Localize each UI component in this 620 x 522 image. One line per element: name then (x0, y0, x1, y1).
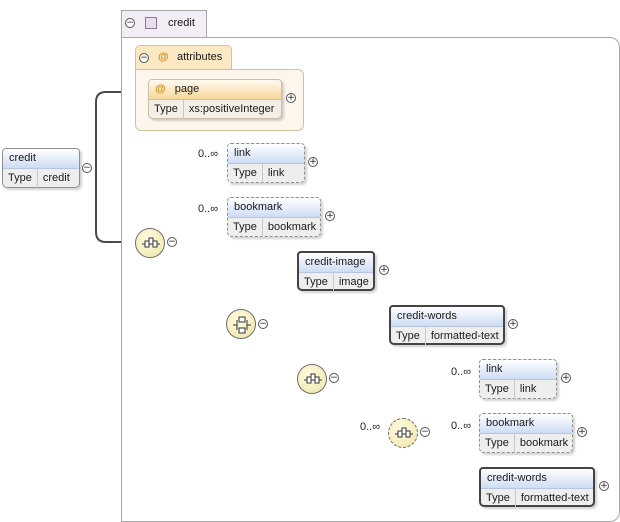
type-label: Type (480, 380, 515, 399)
element-link[interactable]: link Type link (227, 143, 305, 183)
attribute-icon: @ (158, 51, 169, 63)
expand-button[interactable]: + (325, 211, 335, 221)
element-type-row: Type link (480, 380, 556, 399)
cardinality-label: 0..∞ (198, 203, 219, 215)
expand-button[interactable]: + (599, 481, 609, 491)
element-type-row: Type bookmark (480, 434, 572, 453)
sequence-icon (142, 237, 160, 248)
sequence-icon (395, 427, 413, 438)
element-header: link (228, 144, 304, 164)
sequence-compositor[interactable] (297, 364, 327, 394)
element-type-row: Type formatted-text (391, 327, 503, 346)
element-link[interactable]: link Type link (479, 359, 557, 399)
collapse-button[interactable]: − (82, 163, 92, 173)
complex-type-name: credit (168, 17, 195, 29)
element-header: bookmark (228, 198, 320, 218)
collapse-button[interactable]: − (125, 18, 135, 28)
element-header: link (480, 360, 556, 380)
expand-button[interactable]: + (508, 319, 518, 329)
element-credit-words[interactable]: credit-words Type formatted-text (389, 305, 505, 346)
attribute-page[interactable]: @ page Type xs:positiveInteger (148, 79, 282, 119)
element-credit-words[interactable]: credit-words Type formatted-text (479, 467, 595, 508)
cardinality-label: 0..∞ (360, 421, 381, 433)
collapse-button[interactable]: − (139, 53, 149, 63)
attributes-group-tab: − @ attributes (135, 45, 232, 70)
sequence-icon (304, 373, 322, 384)
complex-type-tab: − credit (121, 10, 207, 37)
element-header: bookmark (480, 414, 572, 434)
expand-button[interactable]: + (577, 427, 587, 437)
expand-button[interactable]: + (379, 265, 389, 275)
attribute-header: @ page (149, 80, 281, 100)
type-label: Type (228, 218, 263, 237)
element-type-row: Type image (299, 273, 373, 292)
attribute-icon: @ (155, 83, 166, 95)
cardinality-label: 0..∞ (198, 148, 219, 160)
element-type-row: Type credit (3, 169, 79, 188)
type-label: Type (3, 169, 38, 188)
type-value: link (267, 167, 285, 179)
element-type-row: Type bookmark (228, 218, 320, 237)
choice-compositor[interactable] (226, 309, 256, 339)
type-label: Type (481, 489, 516, 508)
sequence-compositor[interactable] (135, 228, 165, 258)
collapse-button[interactable]: − (420, 427, 430, 437)
element-header: credit (3, 149, 79, 169)
element-bookmark[interactable]: bookmark Type bookmark (479, 413, 573, 453)
type-label: Type (149, 100, 184, 119)
type-value: bookmark (519, 437, 569, 449)
complex-type-icon (145, 17, 157, 29)
type-value: link (519, 383, 537, 395)
type-label: Type (228, 164, 263, 183)
type-value: bookmark (267, 221, 317, 233)
type-value: formatted-text (430, 330, 499, 342)
attribute-type-row: Type xs:positiveInteger (149, 100, 281, 119)
element-type-row: Type formatted-text (481, 489, 593, 508)
element-type-row: Type link (228, 164, 304, 183)
element-header: credit-words (391, 307, 503, 327)
element-credit-image[interactable]: credit-image Type image (297, 251, 375, 292)
element-bookmark[interactable]: bookmark Type bookmark (227, 197, 321, 237)
sequence-compositor[interactable] (388, 418, 418, 448)
choice-icon (233, 316, 251, 334)
type-label: Type (480, 434, 515, 453)
type-value: xs:positiveInteger (188, 103, 275, 115)
collapse-button[interactable]: − (329, 373, 339, 383)
element-header: credit-image (299, 253, 373, 273)
type-label: Type (391, 327, 426, 346)
type-value: credit (42, 172, 70, 184)
type-value: formatted-text (520, 492, 589, 504)
cardinality-label: 0..∞ (451, 366, 472, 378)
cardinality-label: 0..∞ (451, 420, 472, 432)
element-credit-root[interactable]: credit Type credit (2, 148, 80, 188)
collapse-button[interactable]: − (167, 237, 177, 247)
expand-button[interactable]: + (286, 93, 296, 103)
type-label: Type (299, 273, 334, 292)
expand-button[interactable]: + (308, 157, 318, 167)
element-header: credit-words (481, 469, 593, 489)
type-value: image (338, 276, 369, 288)
expand-button[interactable]: + (561, 373, 571, 383)
attributes-group-label: attributes (177, 51, 223, 63)
attribute-name: page (174, 83, 200, 95)
collapse-button[interactable]: − (258, 319, 268, 329)
